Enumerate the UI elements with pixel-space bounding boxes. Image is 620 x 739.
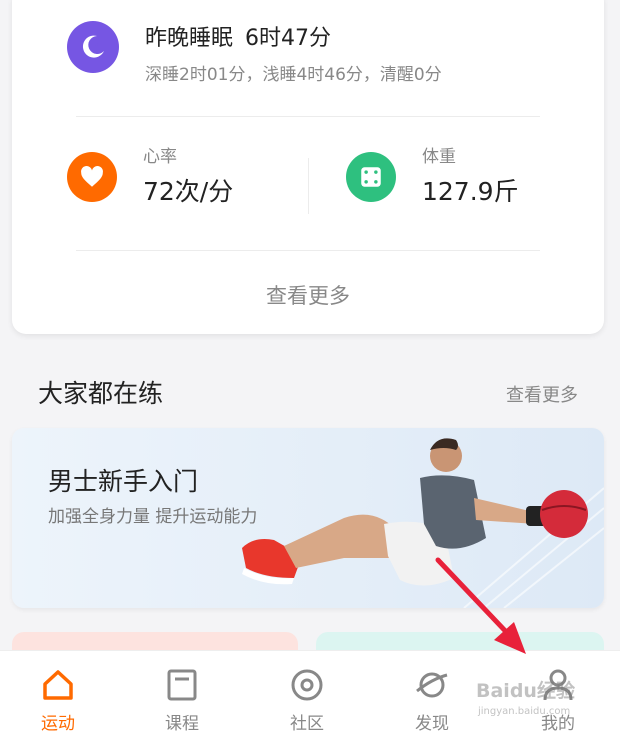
- heart-rate-value: 72次/分: [143, 177, 234, 206]
- featured-course-card[interactable]: 男士新手入门 加强全身力量 提升运动能力: [12, 428, 604, 608]
- sleep-duration: 6时47分: [245, 26, 332, 51]
- course-icon: [167, 669, 197, 701]
- home-icon: [43, 670, 73, 700]
- heart-rate-label: 心率: [143, 147, 177, 167]
- health-summary-card: z 昨晚睡眠 6时47分 深睡2时01分，浅睡4时46分，清醒0分 心率 72次/…: [12, 0, 604, 334]
- moon-icon: z: [67, 21, 119, 73]
- scale-icon: [346, 152, 396, 202]
- heart-rate-metric[interactable]: 心率 72次/分: [67, 142, 297, 222]
- tab-sport[interactable]: 运动: [0, 651, 120, 739]
- divider: [76, 116, 540, 117]
- divider: [308, 158, 309, 214]
- section-see-more-link[interactable]: 查看更多: [506, 381, 578, 407]
- heart-icon: [67, 152, 117, 202]
- sleep-title: 昨晚睡眠 6时47分: [145, 26, 332, 51]
- weight-metric[interactable]: 体重 127.9斤: [346, 142, 576, 222]
- sleep-detail: 深睡2时01分，浅睡4时46分，清醒0分: [145, 65, 442, 85]
- tab-label: 社区: [290, 714, 324, 734]
- weight-value: 127.9斤: [422, 177, 519, 206]
- watermark-brand: Baidu经验: [476, 680, 575, 702]
- sleep-summary[interactable]: z 昨晚睡眠 6时47分 深睡2时01分，浅睡4时46分，清醒0分: [67, 12, 547, 85]
- section-title: 大家都在练: [38, 379, 164, 408]
- tab-label: 运动: [41, 714, 75, 734]
- discover-icon: [416, 672, 448, 698]
- divider: [76, 250, 540, 251]
- weight-label: 体重: [422, 147, 456, 167]
- course-title: 男士新手入门: [48, 467, 199, 496]
- tab-courses[interactable]: 课程: [120, 651, 244, 739]
- watermark-domain: jingyan.baidu.com: [478, 706, 571, 717]
- tab-label: 发现: [415, 714, 449, 734]
- svg-text:z: z: [95, 40, 100, 50]
- tab-label: 课程: [165, 714, 199, 734]
- athlete-illustration: [242, 438, 604, 608]
- community-icon: [291, 669, 323, 701]
- health-see-more-link[interactable]: 查看更多: [12, 280, 604, 310]
- tab-community[interactable]: 社区: [245, 651, 369, 739]
